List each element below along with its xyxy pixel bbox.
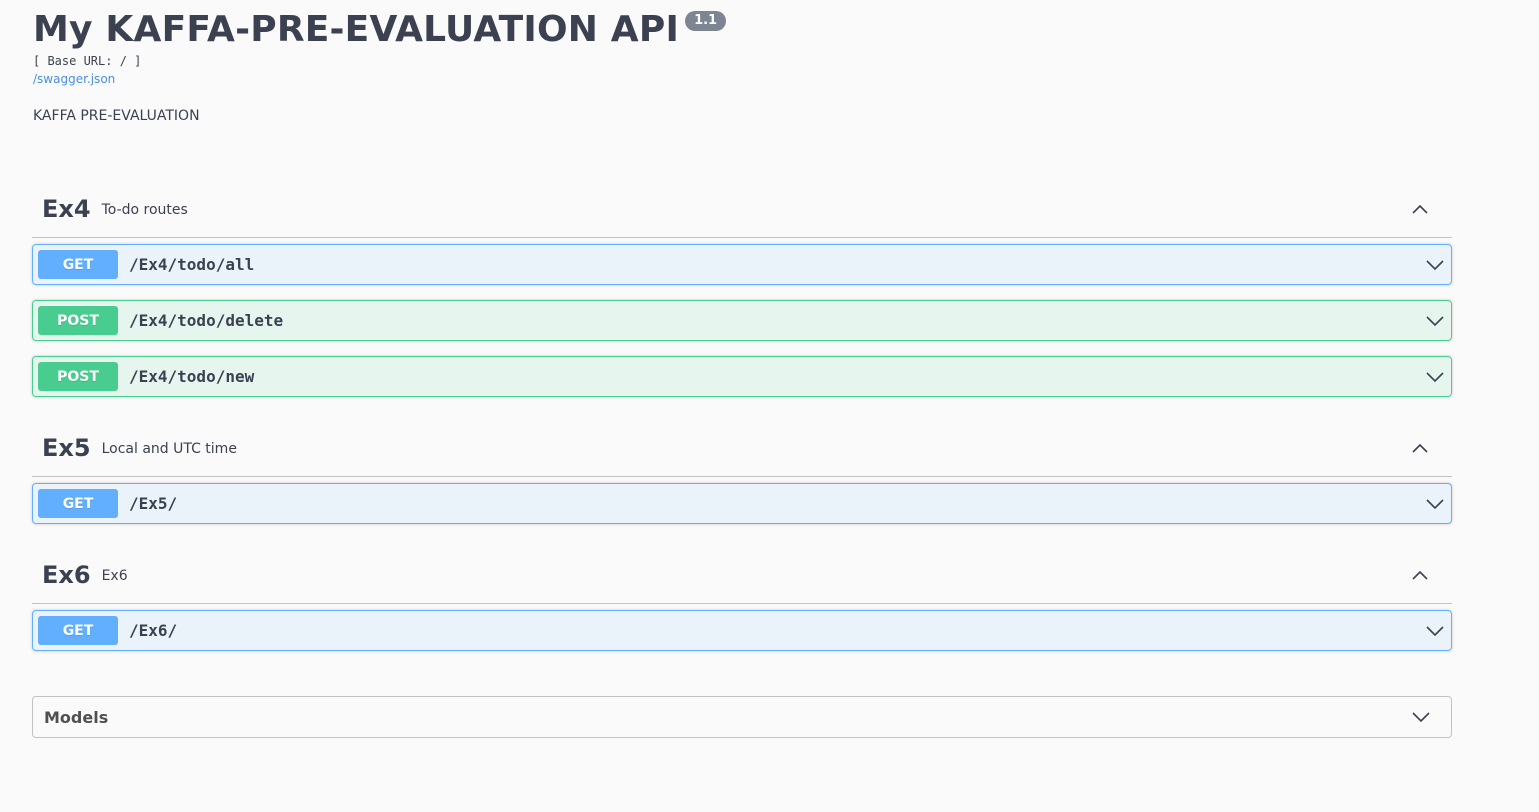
swagger-json-link[interactable]: /swagger.json	[33, 71, 726, 87]
method-badge: POST	[38, 306, 118, 335]
tag-ex5-header[interactable]: Ex5 Local and UTC time	[32, 419, 1452, 477]
operation-get-ex5[interactable]: GET /Ex5/	[32, 483, 1452, 524]
version-badge: 1.1	[685, 11, 727, 31]
method-badge: GET	[38, 250, 118, 279]
chevron-down-icon[interactable]	[1425, 621, 1445, 641]
method-badge: POST	[38, 362, 118, 391]
tag-ex6-header[interactable]: Ex6 Ex6	[32, 546, 1452, 604]
chevron-down-icon[interactable]	[1425, 367, 1445, 387]
tag-ex4-header[interactable]: Ex4 To-do routes	[32, 180, 1452, 238]
operation-path: /Ex4/todo/new	[129, 367, 255, 386]
chevron-down-icon[interactable]	[1425, 494, 1445, 514]
title-row: My KAFFA-PRE-EVALUATION API 1.1	[33, 8, 727, 52]
chevron-down-icon[interactable]	[1425, 311, 1445, 331]
page-title: My KAFFA-PRE-EVALUATION API	[33, 9, 680, 50]
tag-name: Ex5	[42, 433, 91, 462]
operation-path: /Ex4/todo/all	[129, 255, 255, 274]
api-info: My KAFFA-PRE-EVALUATION API 1.1 [ Base U…	[33, 8, 727, 125]
chevron-down-icon[interactable]	[1425, 255, 1445, 275]
chevron-up-icon[interactable]	[1410, 438, 1430, 458]
base-url: [ Base URL: / ]	[33, 54, 142, 68]
chevron-up-icon[interactable]	[1410, 199, 1430, 219]
operation-post-ex4-todo-delete[interactable]: POST /Ex4/todo/delete	[32, 300, 1452, 341]
tag-description: To-do routes	[101, 201, 188, 218]
chevron-down-icon[interactable]	[1411, 707, 1431, 727]
operation-get-ex6[interactable]: GET /Ex6/	[32, 610, 1452, 651]
tag-name: Ex4	[42, 194, 91, 223]
operation-get-ex4-todo-all[interactable]: GET /Ex4/todo/all	[32, 244, 1452, 285]
tag-description: Local and UTC time	[101, 440, 237, 457]
api-description: KAFFA PRE-EVALUATION	[33, 108, 200, 124]
chevron-up-icon[interactable]	[1410, 565, 1430, 585]
operation-path: /Ex6/	[129, 621, 178, 640]
tag-description: Ex6	[101, 567, 128, 584]
method-badge: GET	[38, 616, 118, 645]
tag-name: Ex6	[42, 560, 91, 589]
models-section-header[interactable]: Models	[32, 696, 1452, 738]
operation-post-ex4-todo-new[interactable]: POST /Ex4/todo/new	[32, 356, 1452, 397]
models-title: Models	[44, 707, 109, 727]
operation-path: /Ex4/todo/delete	[129, 311, 284, 330]
operation-path: /Ex5/	[129, 494, 178, 513]
method-badge: GET	[38, 489, 118, 518]
